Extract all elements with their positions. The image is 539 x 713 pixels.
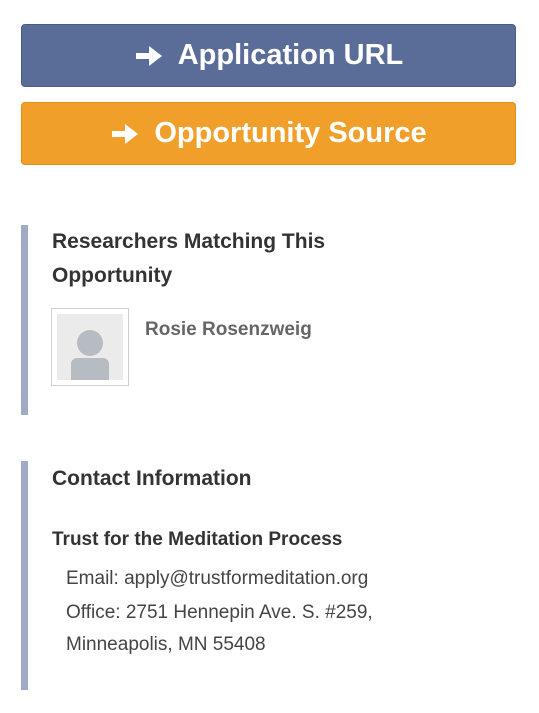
researchers-heading: Researchers Matching This Opportunity <box>52 230 326 287</box>
researcher-name[interactable]: Rosie Rosenzweig <box>145 319 312 341</box>
contact-heading: Contact Information <box>52 467 252 490</box>
organization-name: Trust for the Meditation Process <box>52 529 343 550</box>
arrow-right-icon <box>134 44 164 68</box>
researcher-item[interactable]: Rosie Rosenzweig <box>51 308 312 386</box>
researchers-panel: Researchers Matching This Opportunity Ro… <box>21 225 516 415</box>
contact-office-address: Office: 2751 Hennepin Ave. S. #259, Minn… <box>66 597 486 661</box>
office-line-2: Minneapolis, MN 55408 <box>66 634 266 655</box>
arrow-right-icon <box>110 122 140 146</box>
application-url-button[interactable]: Application URL <box>21 24 516 87</box>
application-url-label: Application URL <box>177 39 404 71</box>
opportunity-source-label: Opportunity Source <box>154 117 427 149</box>
contact-panel: Contact Information Trust for the Medita… <box>21 461 516 690</box>
default-avatar-icon[interactable] <box>51 308 129 386</box>
opportunity-source-button[interactable]: Opportunity Source <box>21 102 516 165</box>
office-line-1: Office: 2751 Hennepin Ave. S. #259, <box>66 602 373 623</box>
contact-email: Email: apply@trustformeditation.org <box>66 568 369 589</box>
